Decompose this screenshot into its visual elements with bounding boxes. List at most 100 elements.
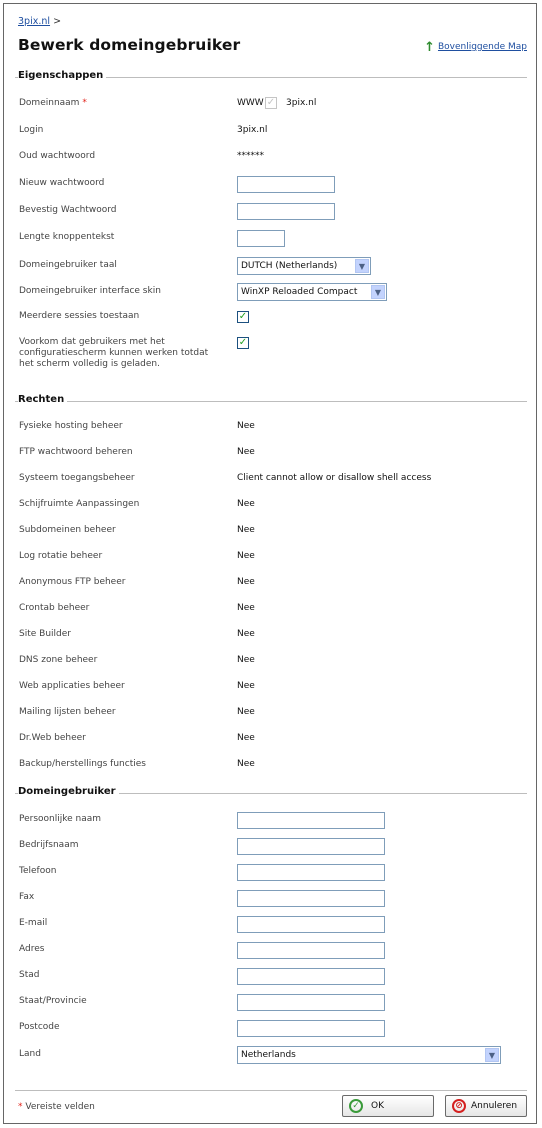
domain-value: 3pix.nl [286,98,317,108]
country-select[interactable]: Netherlands ▼ [237,1046,501,1064]
right-label: Schijfruimte Aanpassingen [19,499,140,509]
right-value: Nee [237,681,255,691]
city-label: Stad [19,970,40,980]
right-value: Nee [237,499,255,509]
right-label: Log rotatie beheer [19,551,103,561]
city-input[interactable] [237,968,385,985]
prevent-until-loaded-label: Voorkom dat gebruikers met het configura… [19,337,209,369]
section-title-rights: Rechten [18,394,68,405]
language-select-value: DUTCH (Netherlands) [241,261,338,271]
language-select[interactable]: DUTCH (Netherlands) ▼ [237,257,371,275]
right-value: Nee [237,707,255,717]
required-fields-note: * Vereiste velden [18,1102,95,1112]
button-text-length-label: Lengte knoppentekst [19,232,115,242]
right-value: Nee [237,603,255,613]
right-value: Nee [237,629,255,639]
confirm-password-label: Bevestig Wachtwoord [19,205,117,215]
right-label: Fysieke hosting beheer [19,421,123,431]
main-frame: 3pix.nl > Bewerk domeingebruiker ↑ Boven… [3,3,537,1124]
state-label: Staat/Provincie [19,996,87,1006]
right-value: Nee [237,447,255,457]
cancel-button[interactable]: ⊘ Annuleren [445,1095,527,1117]
login-label: Login [19,125,44,135]
multi-sessions-label: Meerdere sessies toestaan [19,311,140,321]
personal-name-input[interactable] [237,812,385,829]
country-label: Land [19,1049,41,1059]
fax-label: Fax [19,892,35,902]
right-label: Crontab beheer [19,603,90,613]
required-marker: * [82,98,87,108]
chevron-down-icon[interactable]: ▼ [485,1048,499,1062]
ok-button-label: OK [371,1101,384,1111]
cancel-circle-icon: ⊘ [452,1099,466,1113]
breadcrumb-link-domain[interactable]: 3pix.nl [18,16,50,27]
address-input[interactable] [237,942,385,959]
cancel-button-label: Annuleren [471,1101,518,1111]
old-password-value: ****** [237,151,264,161]
address-label: Adres [19,944,45,954]
language-label: Domeingebruiker taal [19,260,117,270]
confirm-password-input[interactable] [237,203,335,220]
breadcrumb-separator: > [53,16,62,27]
up-level-label[interactable]: Bovenliggende Map [438,42,527,52]
state-input[interactable] [237,994,385,1011]
right-value: Nee [237,733,255,743]
domain-name-label: Domeinnaam * [19,98,87,108]
skin-select-value: WinXP Reloaded Compact [241,287,358,297]
right-value: Nee [237,421,255,431]
right-value: Nee [237,655,255,665]
page-title: Bewerk domeingebruiker [18,36,241,54]
chevron-down-icon[interactable]: ▼ [355,259,369,273]
phone-label: Telefoon [19,866,57,876]
right-label: Anonymous FTP beheer [19,577,126,587]
zip-input[interactable] [237,1020,385,1037]
right-value: Client cannot allow or disallow shell ac… [237,473,432,483]
section-title-domain-user: Domeingebruiker [18,786,119,797]
section-properties: Eigenschappen [15,70,527,81]
up-arrow-icon: ↑ [424,39,435,55]
required-marker: * [18,1102,23,1112]
skin-label: Domeingebruiker interface skin [19,286,161,296]
country-select-value: Netherlands [241,1050,296,1060]
multi-sessions-checkbox[interactable]: ✓ [237,311,249,323]
new-password-input[interactable] [237,176,335,193]
domain-prefix: WWW [237,98,264,108]
up-level-link[interactable]: ↑ Bovenliggende Map [424,39,527,55]
right-label: Web applicaties beheer [19,681,125,691]
right-label: Subdomeinen beheer [19,525,116,535]
login-value: 3pix.nl [237,125,268,135]
right-label: Dr.Web beheer [19,733,86,743]
chevron-down-icon[interactable]: ▼ [371,285,385,299]
right-value: Nee [237,759,255,769]
fax-input[interactable] [237,890,385,907]
company-label: Bedrijfsnaam [19,840,79,850]
zip-label: Postcode [19,1022,60,1032]
new-password-label: Nieuw wachtwoord [19,178,105,188]
old-password-label: Oud wachtwoord [19,151,96,161]
phone-input[interactable] [237,864,385,881]
email-input[interactable] [237,916,385,933]
right-value: Nee [237,577,255,587]
skin-select[interactable]: WinXP Reloaded Compact ▼ [237,283,387,301]
right-value: Nee [237,525,255,535]
right-label: FTP wachtwoord beheren [19,447,133,457]
company-input[interactable] [237,838,385,855]
www-checkbox: ✓ [265,97,277,109]
button-text-length-input[interactable] [237,230,285,247]
ok-button[interactable]: ✓ OK [342,1095,434,1117]
right-label: Mailing lijsten beheer [19,707,116,717]
right-label: Backup/herstellings functies [19,759,146,769]
breadcrumb: 3pix.nl > [18,16,61,27]
prevent-until-loaded-checkbox[interactable]: ✓ [237,337,249,349]
right-label: Systeem toegangsbeheer [19,473,135,483]
section-domain-user: Domeingebruiker [15,786,527,797]
right-label: Site Builder [19,629,71,639]
footer-divider [15,1090,527,1091]
right-value: Nee [237,551,255,561]
email-label: E-mail [19,918,48,928]
right-label: DNS zone beheer [19,655,98,665]
personal-name-label: Persoonlijke naam [19,814,102,824]
section-rights: Rechten [15,394,527,405]
section-title-properties: Eigenschappen [18,70,107,81]
check-circle-icon: ✓ [349,1099,363,1113]
